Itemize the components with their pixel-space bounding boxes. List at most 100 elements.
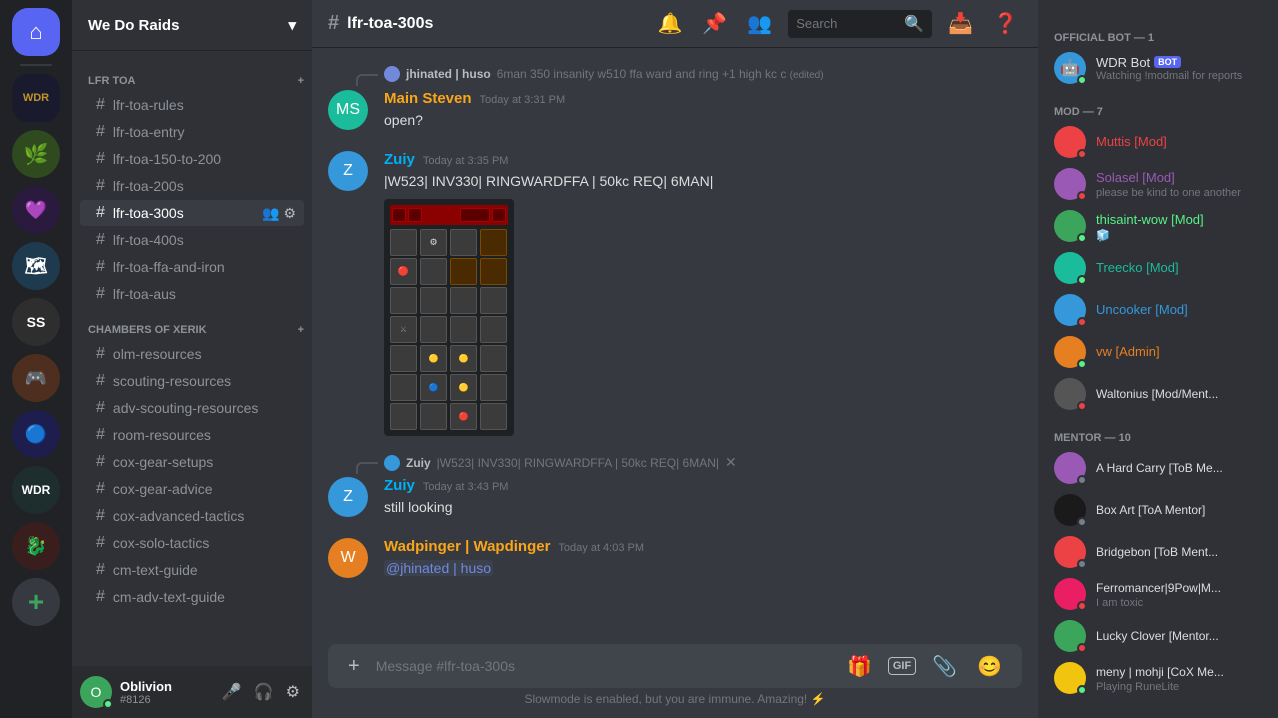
message-input-bar: + 🎁 GIF 📎 😊 [328,644,1022,688]
hash-icon: # [96,204,105,222]
pin-icon[interactable]: 📌 [698,7,731,40]
channel-scouting-resources[interactable]: # scouting-resources [80,368,304,394]
channel-title: lfr-toa-300s [347,15,433,33]
slowmode-notice: Slowmode is enabled, but you are immune.… [328,688,1022,710]
hash-icon: # [96,285,105,303]
channel-room-resources[interactable]: # room-resources [80,422,304,448]
channel-cox-solo-tactics[interactable]: # cox-solo-tactics [80,530,304,556]
message-content-3: still looking [384,498,1022,518]
member-meny[interactable]: meny | mohji [CoX Me... Playing RuneLite [1046,658,1270,698]
member-category-official-bot: OFFICIAL BOT — 1 [1046,16,1270,48]
hash-icon: # [96,561,105,579]
message-input[interactable] [376,658,831,674]
member-vw[interactable]: vw [Admin] [1046,332,1270,372]
server-icon-7[interactable]: 🔵 [12,410,60,458]
channel-adv-scouting-resources[interactable]: # adv-scouting-resources [80,395,304,421]
member-bridgebon[interactable]: Bridgebon [ToB Ment... [1046,532,1270,572]
channel-lfr-150-200[interactable]: # lfr-toa-150-to-200 [80,146,304,172]
server-icon-8[interactable]: WDR [12,466,60,514]
server-icon-6[interactable]: 🎮 [12,354,60,402]
gift-button[interactable]: 🎁 [843,650,876,683]
server-icon-wdr[interactable]: WDR [12,74,60,122]
emoji-button[interactable]: 😊 [973,650,1006,683]
channel-cm-adv-text-guide[interactable]: # cm-adv-text-guide [80,584,304,610]
member-muttis[interactable]: Muttis [Mod] [1046,122,1270,162]
message-username[interactable]: Zuiy [384,151,415,168]
channel-lfr-toa-300s[interactable]: # lfr-toa-300s 👥 ⚙ [80,200,304,226]
gif-button[interactable]: GIF [888,657,916,675]
search-bar[interactable]: 🔍 [788,10,932,38]
server-icon-3[interactable]: 💜 [12,186,60,234]
member-wdr-bot[interactable]: 🤖 WDR Bot BOT Watching !modmail for repo… [1046,48,1270,88]
attach-button[interactable]: + [344,651,364,682]
member-box-art[interactable]: Box Art [ToA Mentor] [1046,490,1270,530]
category-lfr-toa[interactable]: LFR TOA + [72,59,312,91]
channel-lfr-toa-200s[interactable]: # lfr-toa-200s [80,173,304,199]
member-uncooker[interactable]: Uncooker [Mod] [1046,290,1270,330]
search-input[interactable] [796,16,898,31]
channel-lfr-toa-entry[interactable]: # lfr-toa-entry [80,119,304,145]
avatar-wadpinger: W [328,538,368,578]
server-header[interactable]: We Do Raids ▾ [72,0,312,51]
channel-label: olm-resources [113,346,202,362]
channel-label: cm-text-guide [113,562,198,578]
channel-hash-icon: # [328,12,339,35]
channel-cox-gear-advice[interactable]: # cox-gear-advice [80,476,304,502]
member-status: 🧊 [1096,229,1204,242]
channel-add-icon[interactable]: 👥 [262,205,279,222]
bell-icon[interactable]: 🔔 [653,7,686,40]
member-waltonius[interactable]: Waltonius [Mod/Ment... [1046,374,1270,414]
channel-cm-text-guide[interactable]: # cm-text-guide [80,557,304,583]
channel-settings-icon[interactable]: ⚙ [283,205,296,222]
hash-icon: # [96,231,105,249]
user-settings-button[interactable]: ⚙ [282,678,304,706]
server-icon-9[interactable]: 🐉 [12,522,60,570]
members-icon[interactable]: 👥 [743,7,776,40]
member-treecko[interactable]: Treecko [Mod] [1046,248,1270,288]
channel-lfr-toa-400s[interactable]: # lfr-toa-400s [80,227,304,253]
server-icon-4[interactable]: 🗺 [12,242,60,290]
category-add-icon[interactable]: + [298,75,304,87]
member-thisaint[interactable]: thisaint-wow [Mod] 🧊 [1046,206,1270,246]
reply-preview-1: jhinated | huso 6man 350 insanity w510 f… [312,64,1038,84]
member-info: Uncooker [Mod] [1096,301,1188,319]
server-icon-5[interactable]: SS [12,298,60,346]
home-server-icon[interactable]: ⌂ [12,8,60,56]
member-a-hard-carry[interactable]: A Hard Carry [ToB Me... [1046,448,1270,488]
channel-cox-advanced-tactics[interactable]: # cox-advanced-tactics [80,503,304,529]
channel-olm-resources[interactable]: # olm-resources [80,341,304,367]
avatar-meny [1054,662,1086,694]
member-category-mentor: MENTOR — 10 [1046,416,1270,448]
message-username[interactable]: Zuiy [384,477,415,494]
member-status: I am toxic [1096,597,1221,609]
member-solasel[interactable]: Solasel [Mod] please be kind to one anot… [1046,164,1270,204]
status-indicator [103,699,113,709]
channel-label: lfr-toa-200s [113,178,184,194]
channel-cox-gear-setups[interactable]: # cox-gear-setups [80,449,304,475]
channel-label: cox-gear-setups [113,454,213,470]
channel-header-name: # lfr-toa-300s [328,12,433,35]
member-ferromancer[interactable]: Ferromancer|9Pow|M... I am toxic [1046,574,1270,614]
message-username[interactable]: Main Steven [384,90,472,107]
server-icon-add[interactable]: + [12,578,60,626]
channel-lfr-toa-rules[interactable]: # lfr-toa-rules [80,92,304,118]
sticker-button[interactable]: 📎 [928,650,961,683]
message-username-wadpinger[interactable]: Wadpinger | Wapdinger [384,538,550,555]
hash-icon: # [96,399,105,417]
member-info: vw [Admin] [1096,343,1160,361]
message-input-area: + 🎁 GIF 📎 😊 Slowmode is enabled, but you… [312,644,1038,718]
channel-lfr-toa-ffa[interactable]: # lfr-toa-ffa-and-iron [80,254,304,280]
mic-button[interactable]: 🎤 [218,678,246,706]
member-info: Waltonius [Mod/Ment... [1096,385,1218,403]
channel-actions: 👥 ⚙ [262,205,296,222]
channel-lfr-toa-aus[interactable]: # lfr-toa-aus [80,281,304,307]
inventory-grid: ⚙ 🔴 ⚔ [390,229,508,430]
category-cox-add-icon[interactable]: + [298,324,304,336]
inbox-icon[interactable]: 📥 [944,7,977,40]
category-cox[interactable]: CHAMBERS OF XERIK + [72,308,312,340]
headphones-button[interactable]: 🎧 [250,678,278,706]
member-name: Treecko [Mod] [1096,260,1179,275]
server-icon-2[interactable]: 🌿 [12,130,60,178]
help-icon[interactable]: ❓ [989,7,1022,40]
member-lucky-clover[interactable]: Lucky Clover [Mentor... [1046,616,1270,656]
